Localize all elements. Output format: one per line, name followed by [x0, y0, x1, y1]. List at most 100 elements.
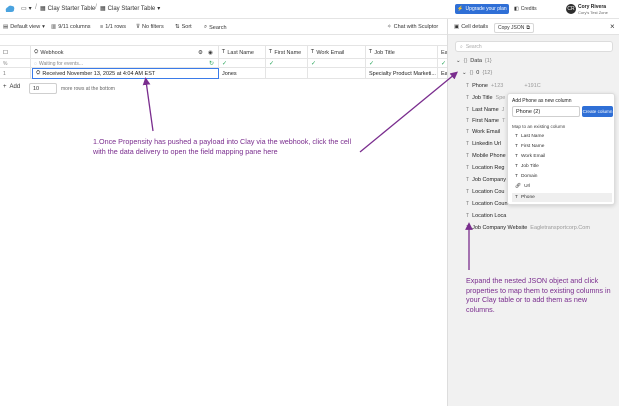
- property-mobile-phone[interactable]: T Mobile Phone: [466, 153, 506, 159]
- filters-button[interactable]: ⊽ No filters: [136, 24, 164, 30]
- select-all-checkbox[interactable]: ☐: [0, 46, 31, 59]
- column-header-first-name[interactable]: Ꭲ First Name: [266, 46, 308, 59]
- settings-icon[interactable]: ⚙: [198, 50, 203, 56]
- text-field-icon: T: [515, 195, 518, 200]
- map-option-url[interactable]: 🔗︎ Url: [512, 182, 612, 191]
- column-header-extra[interactable]: Ea: [438, 46, 447, 59]
- text-field-icon: T: [466, 177, 470, 183]
- rows-icon: ≡: [100, 24, 104, 30]
- text-field-icon: T: [515, 134, 518, 139]
- columns-button[interactable]: ▥ 9/11 columns: [51, 24, 91, 30]
- breadcrumb-workbook[interactable]: ▦ Clay Starter Table: [40, 5, 95, 13]
- search-button[interactable]: ⌕ Search: [204, 24, 227, 31]
- avatar[interactable]: CR: [566, 4, 576, 14]
- text-field-icon: T: [515, 144, 518, 149]
- table-icon: ▦: [40, 6, 46, 12]
- text-field-icon: T: [466, 153, 470, 159]
- text-field-icon: Ꭲ: [222, 49, 226, 55]
- breadcrumb-table[interactable]: ▦ Clay Starter Table ▾: [100, 5, 160, 13]
- arrow-to-json-tree: [359, 71, 459, 153]
- arrow-to-webhook-cell: [142, 77, 154, 132]
- object-icon: {}: [469, 70, 474, 76]
- top-bar: ▭ ▾ / ▦ Clay Starter Table / ▦ Clay Star…: [0, 0, 619, 19]
- search-icon: ⌕: [460, 43, 463, 50]
- popup-title: Add Phone as new column: [512, 98, 572, 104]
- map-option-phone[interactable]: T Phone: [512, 193, 612, 202]
- more-rows-label: more rows at the bottom: [61, 86, 115, 92]
- cell-details-panel: ▣ Cell details Copy JSON ⧉ × ⌕ Search ⌄ …: [447, 19, 619, 406]
- column-header-last-name[interactable]: Ꭲ Last Name: [219, 46, 266, 59]
- column-header-work-email[interactable]: Ꭲ Work Email: [308, 46, 366, 59]
- header-row: ☐ ⛭ Webhook ⚙ ◉ Ꭲ Last Name Ꭲ First Name…: [0, 45, 447, 59]
- check-icon: ✓: [441, 61, 447, 67]
- create-column-button[interactable]: Create column: [582, 106, 613, 117]
- map-option-job-title[interactable]: T Job Title: [512, 162, 612, 171]
- column-header-job-title[interactable]: Ꭲ Job Title: [366, 46, 438, 59]
- upgrade-button[interactable]: ⚡ Upgrade your plan: [455, 4, 509, 14]
- spinner-icon: ◌: [34, 60, 37, 67]
- credits-button[interactable]: ◧ Credits: [514, 6, 537, 12]
- text-field-icon: T: [466, 129, 470, 135]
- job-title-cell[interactable]: Specialty Product Marketi...: [366, 68, 438, 79]
- text-field-icon: Ꭲ: [311, 49, 315, 55]
- sort-button[interactable]: ⇅ Sort: [175, 24, 192, 30]
- new-column-name-input[interactable]: Phone (2): [512, 106, 580, 117]
- check-icon: ✓: [269, 61, 275, 67]
- breadcrumb-separator: /: [95, 4, 97, 11]
- text-field-icon: T: [515, 174, 518, 179]
- text-field-icon: T: [466, 107, 470, 113]
- property-job-company[interactable]: T Job Company: [466, 177, 506, 183]
- property-work-email[interactable]: T Work Email: [466, 129, 500, 135]
- chevron-down-icon: ⌄: [462, 70, 467, 76]
- column-header-webhook[interactable]: ⛭ Webhook ⚙ ◉: [31, 46, 219, 59]
- sort-icon: ⇅: [175, 24, 180, 30]
- webhook-cell[interactable]: ⛭ Received November 13, 2025 at 4:04 AM …: [32, 68, 219, 79]
- property-linkedin-url[interactable]: T Linkedin Url: [466, 141, 501, 147]
- tree-node-index[interactable]: ⌄ {} 0 {12}: [462, 70, 492, 76]
- close-icon[interactable]: ×: [610, 22, 615, 31]
- property-first-name[interactable]: T First Name T: [466, 118, 505, 124]
- map-option-domain[interactable]: T Domain: [512, 172, 612, 181]
- map-option-first-name[interactable]: T First Name: [512, 142, 612, 151]
- tree-node-data[interactable]: ⌄ {} Data {1}: [456, 58, 492, 64]
- help-icon[interactable]: ◉: [208, 50, 213, 56]
- link-icon: 🔗︎: [515, 184, 522, 189]
- refresh-icon[interactable]: ↻: [209, 60, 214, 67]
- property-job-company-website[interactable]: T Job Company Website Eagletransportcorp…: [466, 225, 590, 231]
- add-rows-count-input[interactable]: 10: [29, 83, 57, 94]
- property-location-region[interactable]: T Location Reg: [466, 165, 504, 171]
- panel-search-input[interactable]: ⌕ Search: [455, 41, 613, 52]
- extra-cell[interactable]: Ea: [438, 68, 447, 79]
- first-name-cell[interactable]: [266, 68, 308, 79]
- annotation-left: 1.Once Propensity has pushed a payload i…: [93, 137, 352, 156]
- text-field-icon: T: [466, 201, 470, 207]
- folder-menu[interactable]: ▭ ▾: [21, 5, 32, 12]
- map-option-last-name[interactable]: T Last Name: [512, 132, 612, 141]
- view-selector[interactable]: ▤ Default view ▾: [3, 24, 45, 30]
- status-extra: ✓: [438, 59, 447, 68]
- property-phone[interactable]: T Phone +123 +191C: [466, 83, 541, 89]
- chat-sculptor-button[interactable]: ✧ Chat with Sculptor: [387, 24, 438, 30]
- webhook-status: ◌ Waiting for events... ↻: [31, 59, 219, 68]
- property-job-title[interactable]: T Job Title Spe: [466, 95, 505, 101]
- property-location-locality[interactable]: T Location Loca: [466, 213, 506, 219]
- add-rows-button[interactable]: + Add: [3, 84, 20, 90]
- table-row: 1 ⛭ Received November 13, 2025 at 4:04 A…: [0, 68, 447, 79]
- rows-button[interactable]: ≡ 1/1 rows: [100, 24, 126, 30]
- property-location-country-code[interactable]: T Location Coun: [466, 201, 508, 207]
- text-field-icon: T: [466, 189, 470, 195]
- sparkle-icon: ✧: [387, 24, 392, 30]
- property-last-name[interactable]: T Last Name J: [466, 107, 504, 113]
- row-number[interactable]: 1: [0, 68, 31, 79]
- last-name-cell[interactable]: Jones: [219, 68, 266, 79]
- property-location-country[interactable]: T Location Cou: [466, 189, 504, 195]
- text-field-icon: T: [466, 95, 470, 101]
- work-email-cell[interactable]: [308, 68, 366, 79]
- folder-icon: ▭: [21, 6, 27, 12]
- chevron-down-icon: ▾: [28, 6, 32, 12]
- clay-logo-icon[interactable]: [5, 5, 15, 13]
- checkbox-icon: ☐: [3, 49, 8, 56]
- status-job-title: ✓: [366, 59, 438, 68]
- copy-json-button[interactable]: Copy JSON ⧉: [494, 23, 534, 33]
- map-option-work-email[interactable]: T Work Email: [512, 152, 612, 161]
